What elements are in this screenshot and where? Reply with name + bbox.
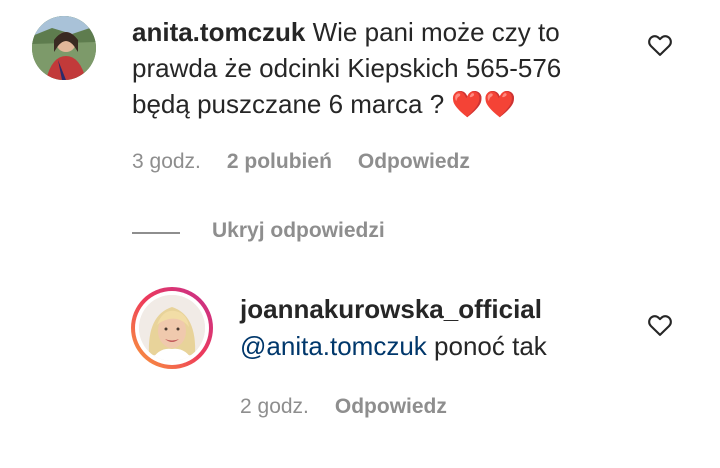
reply-like-button[interactable] [646, 311, 674, 344]
profile-photo-icon [139, 295, 205, 361]
comment-meta: 3 godz. 2 polubień Odpowiedz [132, 150, 496, 174]
reply-time: 2 godz. [240, 395, 309, 418]
profile-photo-icon [32, 16, 96, 80]
comment-time: 3 godz. [132, 150, 201, 173]
avatar-anita[interactable] [32, 16, 96, 80]
avatar-ring-gap [135, 291, 209, 365]
heart-outline-icon [648, 315, 672, 336]
comment-username[interactable]: anita.tomczuk [132, 17, 305, 47]
reply-username[interactable]: joannakurowska_official [240, 294, 542, 325]
comment-likes[interactable]: 2 polubień [227, 150, 332, 174]
reply-body: @anita.tomczuk ponoć tak [240, 331, 547, 362]
comment-body: anita.tomczuk Wie pani może czy to prawd… [132, 14, 612, 122]
reply-reply-button[interactable]: Odpowiedz [335, 395, 447, 419]
hide-replies-button[interactable]: Ukryj odpowiedzi [212, 219, 385, 243]
reply-text: ponoć tak [434, 331, 547, 361]
heart-outline-icon [648, 35, 672, 56]
like-button[interactable] [646, 31, 674, 64]
reply-meta: 2 godz. Odpowiedz [240, 395, 473, 419]
reply-mention[interactable]: @anita.tomczuk [240, 331, 427, 361]
avatar-joanna[interactable] [131, 287, 213, 369]
divider [132, 232, 180, 234]
reply-button[interactable]: Odpowiedz [358, 150, 470, 174]
